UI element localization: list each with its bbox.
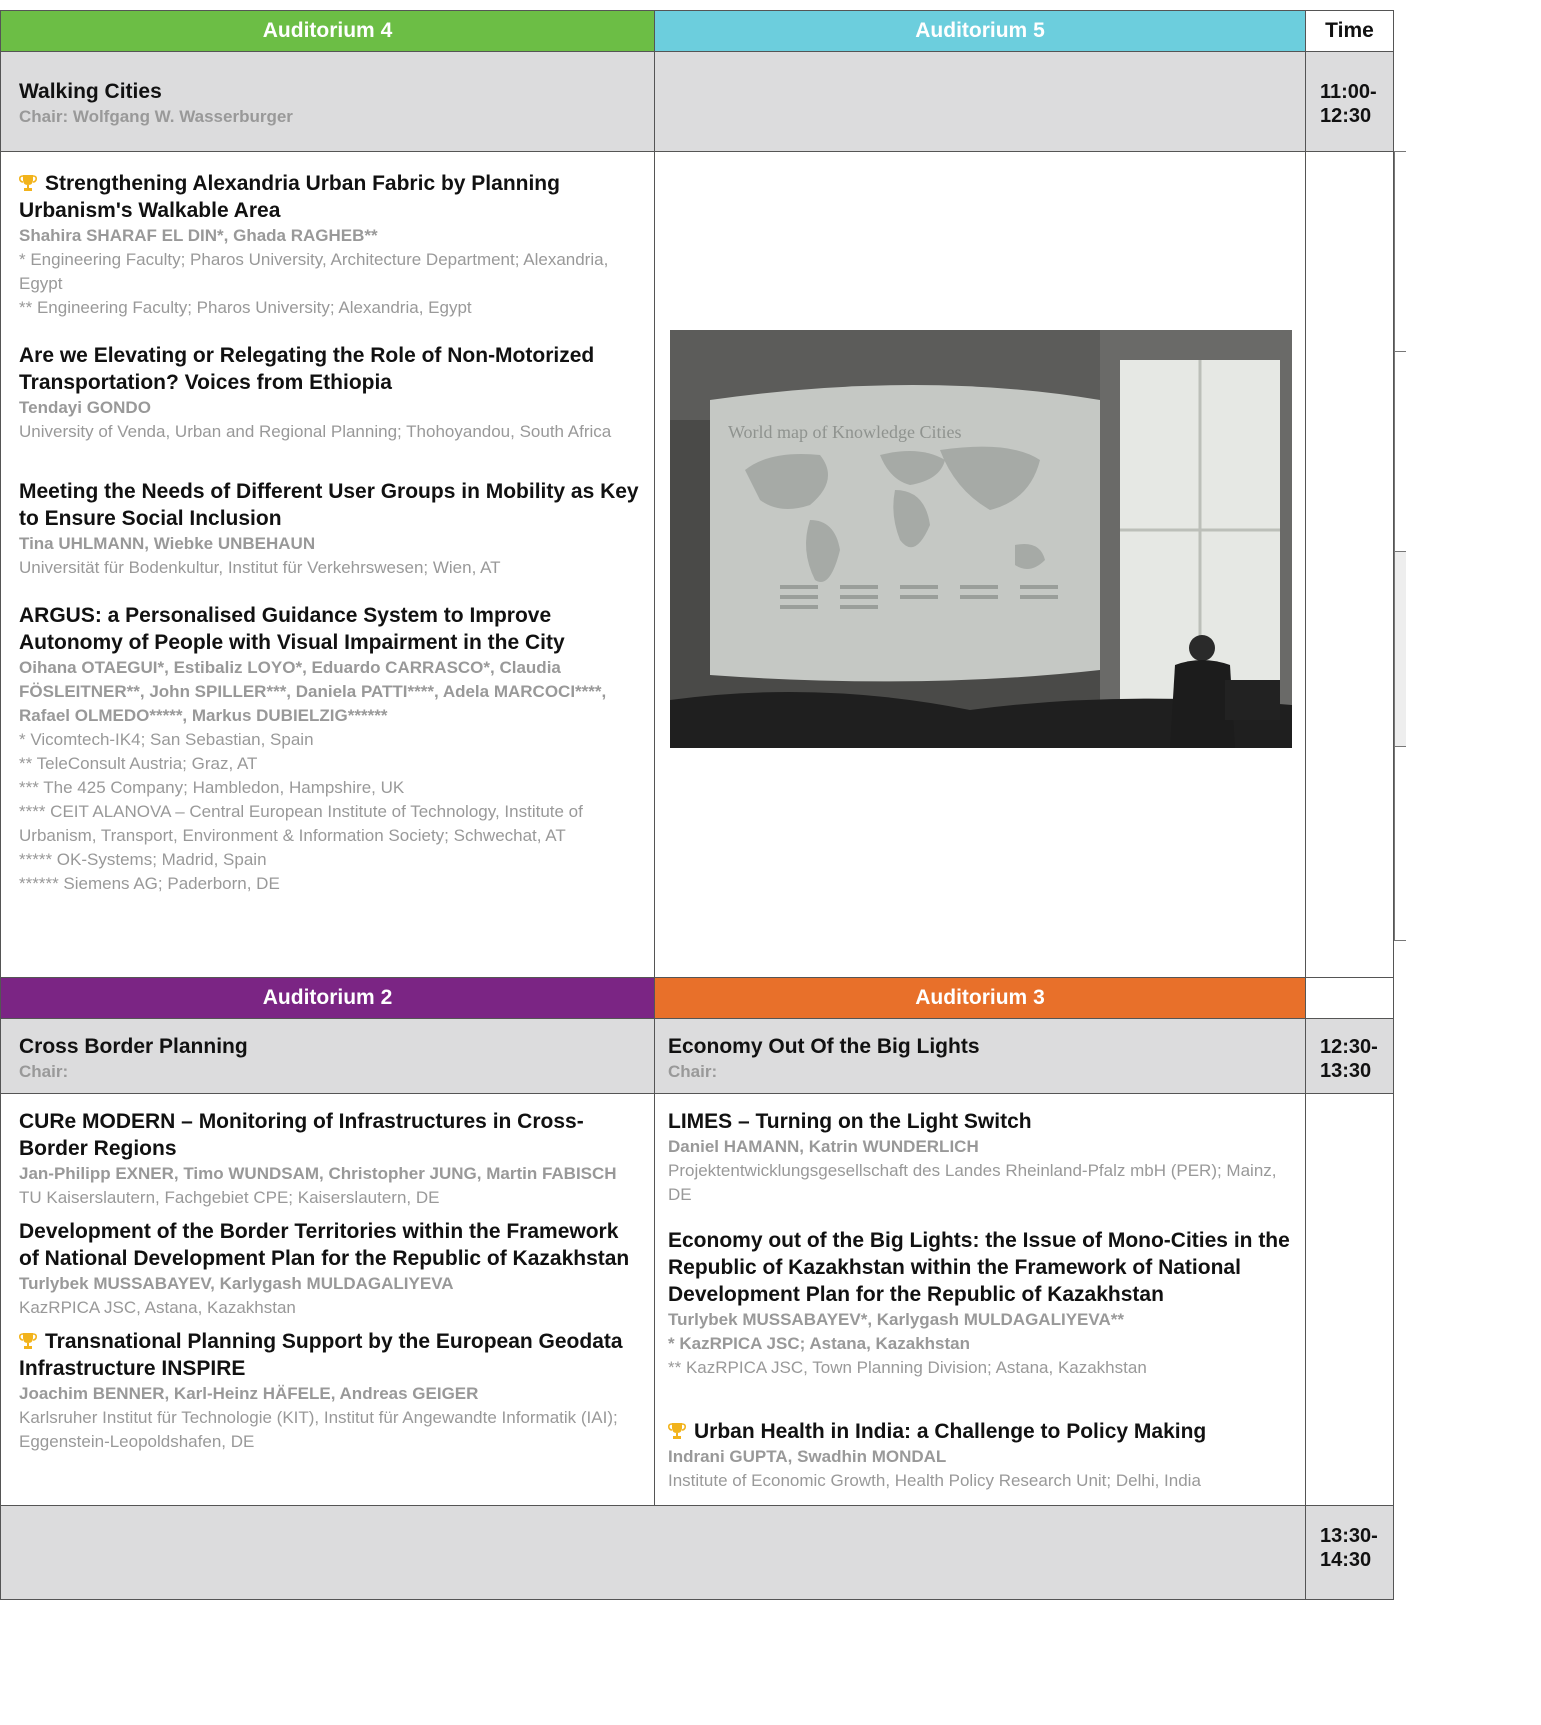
auditorium-4-header: Auditorium 4 <box>0 10 655 52</box>
paper-affiliation: *** The 425 Company; Hambledon, Hampshir… <box>19 778 405 797</box>
paper-affiliation: KazRPICA JSC, Astana, Kazakhstan <box>19 1298 296 1317</box>
paper-entry: Development of the Border Territories wi… <box>19 1218 640 1320</box>
time-header-empty <box>1305 977 1394 1019</box>
paper-authors: Turlybek MUSSABAYEV*, Karlygash MULDAGAL… <box>668 1310 1124 1329</box>
time-slot: 13:30-14:30 <box>1320 1525 1378 1571</box>
paper-affiliation: Karlsruher Institut für Technologie (KIT… <box>19 1408 618 1451</box>
time-cell-papers-2 <box>1305 1093 1394 1506</box>
paper-affiliation: University of Venda, Urban and Regional … <box>19 422 612 441</box>
paper-authors: Joachim BENNER, Karl-Heinz HÄFELE, Andre… <box>19 1384 479 1403</box>
paper-entry: ARGUS: a Personalised Guidance System to… <box>19 602 640 896</box>
paper-entry: Meeting the Needs of Different User Grou… <box>19 478 640 580</box>
paper-title: Are we Elevating or Relegating the Role … <box>19 344 595 394</box>
session-chair: Chair: <box>19 1062 69 1081</box>
paper-authors: Oihana OTAEGUI*, Estibaliz LOYO*, Eduard… <box>19 658 607 725</box>
paper-affiliation: * Engineering Faculty; Pharos University… <box>19 250 609 293</box>
session-empty-aud5 <box>654 51 1306 152</box>
paper-title: Development of the Border Territories wi… <box>19 1220 630 1270</box>
paper-affiliation: Universität für Bodenkultur, Institut fü… <box>19 558 501 577</box>
paper-affiliation: TU Kaiserslautern, Fachgebiet CPE; Kaise… <box>19 1188 440 1207</box>
paper-affiliation: * KazRPICA JSC; Astana, Kazakhstan <box>668 1334 970 1353</box>
session-walking-cities: Walking Cities Chair: Wolfgang W. Wasser… <box>0 51 655 152</box>
paper-affiliation: ****** Siemens AG; Paderborn, DE <box>19 874 280 893</box>
session-title: Cross Border Planning <box>19 1035 248 1058</box>
paper-title: CURe MODERN – Monitoring of Infrastructu… <box>19 1110 584 1160</box>
paper-entry: Transnational Planning Support by the Eu… <box>19 1328 640 1454</box>
paper-authors: Tina UHLMANN, Wiebke UNBEHAUN <box>19 534 316 553</box>
trophy-icon <box>668 1420 686 1439</box>
paper-entry: Economy out of the Big Lights: the Issue… <box>668 1227 1291 1380</box>
paper-title: Urban Health in India: a Challenge to Po… <box>668 1418 1291 1445</box>
papers-aud4: Strengthening Alexandria Urban Fabric by… <box>0 151 655 978</box>
paper-entry: Urban Health in India: a Challenge to Po… <box>668 1418 1291 1493</box>
paper-authors: Turlybek MUSSABAYEV, Karlygash MULDAGALI… <box>19 1274 454 1293</box>
paper-affiliation: Projektentwicklungsgesellschaft des Land… <box>668 1161 1277 1204</box>
auditorium-2-header: Auditorium 2 <box>0 977 655 1019</box>
trophy-icon <box>19 172 37 191</box>
paper-affiliation: **** CEIT ALANOVA – Central European Ins… <box>19 802 583 845</box>
paper-affiliation: ** TeleConsult Austria; Graz, AT <box>19 754 258 773</box>
paper-title: LIMES – Turning on the Light Switch <box>668 1110 1032 1133</box>
paper-authors: Jan-Philipp EXNER, Timo WUNDSAM, Christo… <box>19 1164 617 1183</box>
session-3-empty <box>0 1505 1306 1600</box>
photo-screen-text: World map of Knowledge Cities <box>728 422 962 442</box>
paper-authors: Indrani GUPTA, Swadhin MONDAL <box>668 1447 947 1466</box>
paper-entry: LIMES – Turning on the Light Switch Danie… <box>668 1108 1291 1207</box>
session-title: Walking Cities <box>19 80 162 103</box>
time-header: Time <box>1305 10 1394 52</box>
page-edge-tabs <box>1394 151 1424 941</box>
paper-title: ARGUS: a Personalised Guidance System to… <box>19 604 565 654</box>
aud5-photo-cell: World map of Knowledge Cities <box>654 151 1306 978</box>
paper-authors: Daniel HAMANN, Katrin WUNDERLICH <box>668 1137 979 1156</box>
paper-affiliation: ** Engineering Faculty; Pharos Universit… <box>19 298 472 317</box>
paper-authors: Tendayi GONDO <box>19 398 151 417</box>
paper-title: Meeting the Needs of Different User Grou… <box>19 480 639 530</box>
time-cell-2: 12:30-13:30 <box>1305 1018 1394 1094</box>
papers-aud3: LIMES – Turning on the Light Switch Danie… <box>654 1093 1306 1506</box>
session-cross-border-planning: Cross Border Planning Chair: <box>0 1018 655 1094</box>
paper-entry: Are we Elevating or Relegating the Role … <box>19 342 640 444</box>
time-cell-1: 11:00-12:30 <box>1305 51 1394 152</box>
time-cell-3: 13:30-14:30 <box>1305 1505 1394 1600</box>
papers-aud2: CURe MODERN – Monitoring of Infrastructu… <box>0 1093 655 1506</box>
time-slot: 11:00-12:30 <box>1320 81 1377 127</box>
paper-entry: Strengthening Alexandria Urban Fabric by… <box>19 170 640 320</box>
auditorium-3-header: Auditorium 3 <box>654 977 1306 1019</box>
session-chair: Chair: Wolfgang W. Wasserburger <box>19 107 293 126</box>
trophy-icon <box>19 1330 37 1349</box>
paper-affiliation: Institute of Economic Growth, Health Pol… <box>668 1471 1201 1490</box>
paper-title: Economy out of the Big Lights: the Issue… <box>668 1229 1290 1306</box>
session-chair: Chair: <box>668 1062 718 1081</box>
auditorium-5-header: Auditorium 5 <box>654 10 1306 52</box>
paper-title: Transnational Planning Support by the Eu… <box>19 1330 623 1380</box>
session-title: Economy Out Of the Big Lights <box>668 1035 980 1058</box>
time-slot: 12:30-13:30 <box>1320 1036 1378 1082</box>
time-cell-papers-1 <box>1305 151 1394 978</box>
paper-entry: CURe MODERN – Monitoring of Infrastructu… <box>19 1108 640 1210</box>
paper-title: Strengthening Alexandria Urban Fabric by… <box>19 172 560 222</box>
paper-affiliation: * Vicomtech-IK4; San Sebastian, Spain <box>19 730 314 749</box>
paper-authors: Shahira SHARAF EL DIN*, Ghada RAGHEB** <box>19 226 378 245</box>
conference-photo: World map of Knowledge Cities <box>670 330 1292 748</box>
paper-affiliation: ***** OK-Systems; Madrid, Spain <box>19 850 267 869</box>
session-economy-big-lights: Economy Out Of the Big Lights Chair: <box>654 1018 1306 1094</box>
paper-affiliation: ** KazRPICA JSC, Town Planning Division;… <box>668 1358 1147 1377</box>
